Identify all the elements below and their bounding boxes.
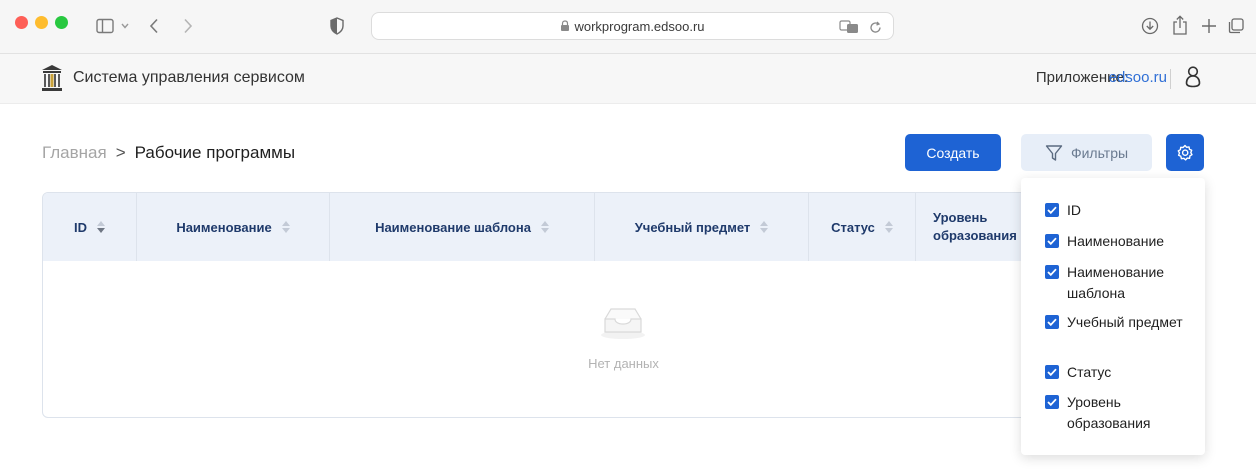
checkbox-checked[interactable] <box>1045 395 1059 409</box>
column-header-label: Уровень образования <box>933 210 1017 243</box>
column-option-label: Уровень образования <box>1067 394 1151 431</box>
column-header-id[interactable]: ID <box>43 193 136 261</box>
user-menu-button[interactable] <box>1185 66 1203 90</box>
new-tab-button[interactable] <box>1198 15 1220 37</box>
chevron-left-icon <box>149 18 158 34</box>
sort-icon[interactable] <box>884 221 893 233</box>
reload-button[interactable] <box>867 19 883 35</box>
column-header-label: Учебный предмет <box>634 219 751 235</box>
column-header-education-level[interactable]: Уровень образования <box>933 209 1033 245</box>
tab-overview-button[interactable] <box>1225 15 1247 37</box>
checkbox-checked[interactable] <box>1045 265 1059 279</box>
sort-icon[interactable] <box>97 221 105 233</box>
column-option-education-level[interactable]: Уровень образования <box>1045 392 1185 434</box>
close-window-button[interactable] <box>15 16 28 29</box>
column-header-name[interactable]: Наименование <box>137 193 329 261</box>
column-option-label: Наименование шаблона <box>1067 264 1165 301</box>
column-divider <box>915 193 916 261</box>
header-divider <box>1170 69 1171 89</box>
column-option-label: Учебный предмет <box>1067 314 1183 330</box>
privacy-report-button[interactable] <box>327 15 347 37</box>
logo[interactable] <box>40 64 64 92</box>
chevron-right-icon <box>184 18 193 34</box>
app-header: Система управления сервисом Приложение: … <box>0 54 1256 104</box>
sidebar-toggle-button[interactable] <box>94 15 134 37</box>
column-settings-button[interactable] <box>1166 134 1204 171</box>
sort-icon[interactable] <box>540 221 549 233</box>
column-settings-dropdown: ID Наименование Наименование шаблона Уче… <box>1021 178 1205 455</box>
checkbox-checked[interactable] <box>1045 203 1059 217</box>
filters-button[interactable]: Фильтры <box>1021 134 1152 171</box>
checkbox-checked[interactable] <box>1045 315 1059 329</box>
breadcrumb-separator: > <box>115 143 126 162</box>
page-title: Рабочие программы <box>134 143 296 162</box>
column-header-subject[interactable]: Учебный предмет <box>595 193 808 261</box>
lock-icon <box>561 20 570 31</box>
address-bar[interactable]: workprogram.edsoo.ru <box>371 12 894 40</box>
minimize-window-button[interactable] <box>35 16 48 29</box>
url-text: workprogram.edsoo.ru <box>372 19 893 34</box>
column-header-label: Статус <box>831 219 875 235</box>
checkmark-icon <box>1047 318 1057 326</box>
translate-button[interactable] <box>838 19 860 35</box>
gear-icon <box>1177 144 1193 161</box>
column-header-label: Наименование шаблона <box>375 219 531 235</box>
sidebar-icon <box>96 18 129 34</box>
column-option-label: Наименование <box>1067 233 1165 249</box>
forward-button[interactable] <box>178 14 198 38</box>
share-button[interactable] <box>1169 13 1191 37</box>
reload-icon <box>869 21 881 33</box>
checkmark-icon <box>1047 368 1057 376</box>
zoom-window-button[interactable] <box>55 16 68 29</box>
checkmark-icon <box>1047 206 1057 214</box>
column-option-label: Статус <box>1067 364 1112 380</box>
column-header-template-name[interactable]: Наименование шаблона <box>330 193 594 261</box>
sort-icon[interactable] <box>281 221 290 233</box>
breadcrumb: Главная > Рабочие программы <box>42 143 295 163</box>
browser-toolbar: workprogram.edsoo.ru <box>0 0 1256 54</box>
building-logo-icon <box>42 65 62 91</box>
tabs-icon <box>1228 18 1244 34</box>
download-icon <box>1141 17 1159 35</box>
column-header-label: ID <box>74 219 87 235</box>
application-link[interactable]: edsoo.ru <box>1109 69 1167 86</box>
column-option-template-name[interactable]: Наименование шаблона <box>1045 262 1185 304</box>
create-button[interactable]: Создать <box>905 134 1001 171</box>
column-option-name[interactable]: Наименование <box>1045 231 1185 252</box>
filters-label: Фильтры <box>1070 144 1129 161</box>
url-label: workprogram.edsoo.ru <box>574 19 705 34</box>
translate-icon <box>839 20 858 33</box>
column-option-status[interactable]: Статус <box>1045 362 1185 383</box>
user-icon <box>1185 66 1201 88</box>
checkbox-checked[interactable] <box>1045 365 1059 379</box>
checkmark-icon <box>1047 237 1057 245</box>
checkmark-icon <box>1047 268 1057 276</box>
downloads-button[interactable] <box>1139 15 1161 37</box>
checkmark-icon <box>1047 398 1057 406</box>
column-header-label: Наименование <box>176 219 272 235</box>
column-header-status[interactable]: Статус <box>809 193 915 261</box>
sort-icon[interactable] <box>760 221 769 233</box>
funnel-icon <box>1045 144 1063 161</box>
breadcrumb-home[interactable]: Главная <box>42 143 107 163</box>
column-option-id[interactable]: ID <box>1045 200 1185 221</box>
app-title: Система управления сервисом <box>73 69 305 86</box>
shield-icon <box>330 17 344 35</box>
share-icon <box>1173 15 1187 35</box>
back-button[interactable] <box>144 14 164 38</box>
column-option-label: ID <box>1067 202 1081 218</box>
checkbox-checked[interactable] <box>1045 234 1059 248</box>
column-option-subject[interactable]: Учебный предмет <box>1045 312 1185 333</box>
empty-inbox-icon <box>598 301 648 346</box>
plus-icon <box>1202 19 1216 33</box>
